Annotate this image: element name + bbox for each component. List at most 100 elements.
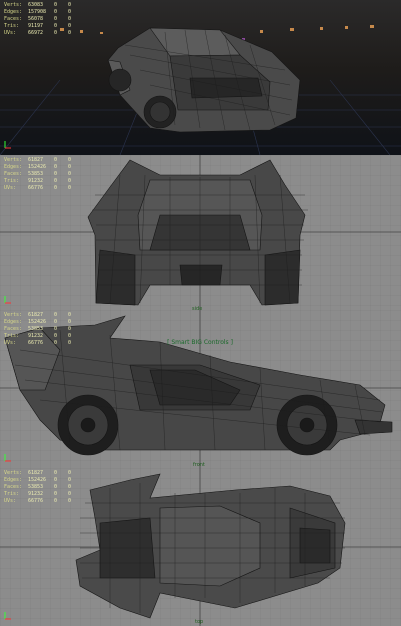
viewport-back[interactable]: Verts: 61827 0 0 Edges: 152426 0 0 Faces: 53853 0 0… — [0, 155, 401, 310]
hud-value: 0 — [54, 9, 58, 15]
hud-key: Verts: — [4, 2, 23, 8]
hud-key: Faces: — [4, 171, 23, 177]
hud-value: 0 — [54, 326, 58, 332]
hud-key: Edges: — [4, 319, 23, 325]
hud-key: UVs: — [4, 340, 17, 346]
hud-value: 0 — [54, 491, 58, 497]
camera-label: front — [193, 462, 205, 468]
hud-value: 91232 — [28, 333, 44, 339]
car-mesh-back[interactable] — [87, 159, 308, 306]
hud-value: 0 — [68, 185, 72, 191]
axis-gizmo-icon — [4, 612, 11, 620]
hud-value: 0 — [68, 319, 72, 325]
axis-gizmo-icon — [4, 454, 11, 462]
hud-row: UVs: 66776 0 0 — [4, 340, 76, 347]
hud-row: Tris: 91232 0 0 — [4, 178, 76, 185]
hud-value: 53853 — [28, 171, 44, 177]
hud-value: 0 — [54, 185, 58, 191]
hud-value: 0 — [68, 157, 72, 163]
hud-value: 0 — [54, 164, 58, 170]
poly-count-hud: Verts: 61827 0 0 Edges: 152426 0 0 Faces: 53853 0 0… — [4, 470, 76, 505]
hud-row: Faces: 53853 0 0 — [4, 484, 76, 491]
hud-row: Edges: 152426 0 0 — [4, 319, 76, 326]
hud-row: Tris: 91197 0 0 — [4, 23, 76, 30]
hud-value: 56078 — [28, 16, 44, 22]
hud-value: 0 — [54, 333, 58, 339]
hud-value: 91197 — [28, 23, 44, 29]
hud-key: UVs: — [4, 498, 17, 504]
hud-value: 66776 — [28, 498, 44, 504]
hud-key: Tris: — [4, 333, 20, 339]
hud-value: 0 — [54, 484, 58, 490]
hud-value: 0 — [54, 2, 58, 8]
hud-value: 61827 — [28, 470, 44, 476]
axis-gizmo-icon — [4, 141, 11, 149]
hud-key: Faces: — [4, 484, 23, 490]
hud-value: 0 — [54, 171, 58, 177]
hud-row: Edges: 152426 0 0 — [4, 477, 76, 484]
poly-count-hud: Verts: 61827 0 0 Edges: 152426 0 0 Faces: 53853 0 0… — [4, 312, 76, 347]
viewport-top[interactable]: Verts: 61827 0 0 Edges: 152426 0 0 Faces: 53853 0 0… — [0, 468, 401, 626]
hud-row: UVs: 66972 0 0 — [4, 30, 76, 37]
hud-key: Faces: — [4, 16, 23, 22]
hud-value: 0 — [68, 484, 72, 490]
hud-key: Edges: — [4, 477, 23, 483]
hud-value: 0 — [68, 326, 72, 332]
hud-value: 0 — [68, 30, 72, 36]
hud-key: Edges: — [4, 9, 23, 15]
hud-row: Faces: 53853 0 0 — [4, 326, 76, 333]
hud-value: 152426 — [28, 477, 47, 483]
hud-key: Faces: — [4, 326, 23, 332]
hud-key: Edges: — [4, 164, 23, 170]
hud-key: Verts: — [4, 157, 23, 163]
hud-row: Tris: 91232 0 0 — [4, 491, 76, 498]
hud-key: Verts: — [4, 312, 23, 318]
hud-value: 0 — [68, 333, 72, 339]
hud-value: 0 — [68, 171, 72, 177]
hud-value: 0 — [54, 30, 58, 36]
hud-row: Faces: 53853 0 0 — [4, 171, 76, 178]
hud-row: Verts: 63083 0 0 — [4, 2, 76, 9]
hud-key: UVs: — [4, 30, 17, 36]
hud-row: Verts: 61827 0 0 — [4, 312, 76, 319]
viewport-overlay-title: [ Smart BIG Controls ] — [167, 339, 233, 346]
hud-value: 91232 — [28, 491, 44, 497]
hud-value: 0 — [54, 312, 58, 318]
hud-value: 0 — [68, 16, 72, 22]
hud-value: 66776 — [28, 340, 44, 346]
hud-value: 91232 — [28, 178, 44, 184]
camera-label: side — [192, 306, 203, 310]
hud-key: Tris: — [4, 23, 20, 29]
hud-value: 0 — [54, 178, 58, 184]
hud-value: 0 — [68, 498, 72, 504]
hud-row: UVs: 66776 0 0 — [4, 185, 76, 192]
hud-value: 61827 — [28, 312, 44, 318]
hud-value: 0 — [68, 178, 72, 184]
hud-key: Verts: — [4, 470, 23, 476]
hud-value: 0 — [54, 157, 58, 163]
hud-row: Edges: 152426 0 0 — [4, 164, 76, 171]
hud-key: Tris: — [4, 491, 20, 497]
hud-value: 0 — [68, 164, 72, 170]
hud-row: Verts: 61827 0 0 — [4, 157, 76, 164]
poly-count-hud: Verts: 61827 0 0 Edges: 152426 0 0 Faces: 53853 0 0… — [4, 157, 76, 192]
hud-value: 0 — [54, 498, 58, 504]
hud-row: Tris: 91232 0 0 — [4, 333, 76, 340]
viewport-side[interactable]: Verts: 61827 0 0 Edges: 152426 0 0 Faces: 53853 0 0… — [0, 310, 401, 468]
hud-value: 66776 — [28, 185, 44, 191]
viewport-perspective[interactable]: Verts: 63083 0 0 Edges: 157908 0 0 Faces: 56078 0 0… — [0, 0, 401, 155]
hud-key: Tris: — [4, 178, 20, 184]
hud-value: 0 — [54, 470, 58, 476]
hud-value: 0 — [54, 319, 58, 325]
hud-value: 0 — [68, 23, 72, 29]
hud-row: Verts: 61827 0 0 — [4, 470, 76, 477]
hud-value: 63083 — [28, 2, 44, 8]
camera-label: top — [195, 619, 204, 625]
hud-value: 61827 — [28, 157, 44, 163]
hud-row: UVs: 66776 0 0 — [4, 498, 76, 505]
hud-value: 0 — [68, 340, 72, 346]
hud-value: 152426 — [28, 319, 47, 325]
hud-value: 0 — [68, 312, 72, 318]
hud-value: 0 — [54, 340, 58, 346]
hud-row: Faces: 56078 0 0 — [4, 16, 76, 23]
